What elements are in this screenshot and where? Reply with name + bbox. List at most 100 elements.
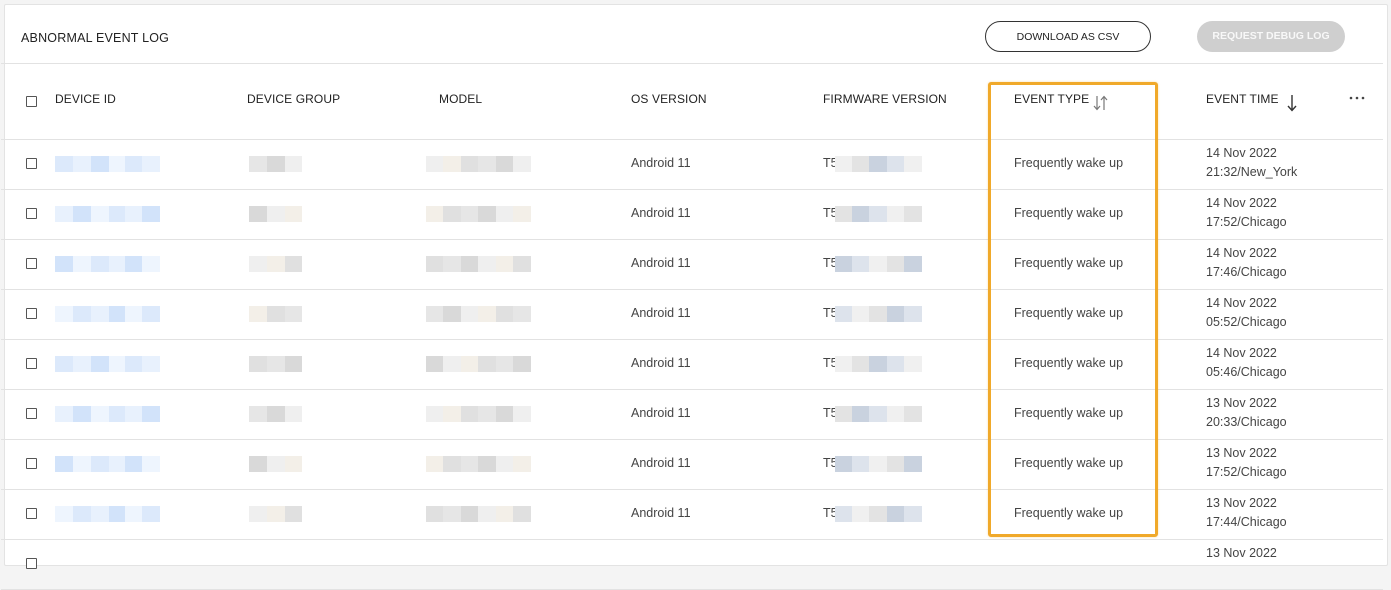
request-debug-log-button[interactable]: REQUEST DEBUG LOG	[1197, 21, 1345, 52]
event-date: 14 Nov 2022	[1206, 346, 1277, 360]
redacted-segment	[249, 456, 267, 472]
redacted-segment	[267, 156, 285, 172]
redacted-segment	[869, 356, 887, 372]
firmware-redacted	[835, 506, 922, 522]
redacted-segment	[869, 506, 887, 522]
event-time-cell: 13 Nov 2022 20:33/Chicago	[1206, 394, 1287, 432]
os-version-cell: Android 11	[631, 356, 691, 370]
row-divider	[1, 289, 1383, 290]
model-redacted	[426, 506, 531, 522]
redacted-segment	[285, 206, 302, 222]
redacted-segment	[91, 356, 109, 372]
redacted-segment	[478, 256, 496, 272]
event-type-cell: Frequently wake up	[1014, 456, 1124, 470]
model-redacted	[426, 156, 531, 172]
row-checkbox[interactable]	[26, 208, 37, 219]
firmware-redacted	[835, 356, 922, 372]
row-divider	[1, 339, 1383, 340]
redacted-segment	[125, 206, 142, 222]
firmware-redacted	[835, 406, 922, 422]
redacted-segment	[869, 156, 887, 172]
model-redacted	[426, 256, 531, 272]
redacted-segment	[513, 506, 531, 522]
row-checkbox[interactable]	[26, 358, 37, 369]
redacted-segment	[125, 506, 142, 522]
redacted-segment	[443, 256, 461, 272]
redacted-segment	[91, 206, 109, 222]
header-divider	[1, 139, 1383, 140]
os-version-cell: Android 11	[631, 456, 691, 470]
firmware-redacted	[835, 256, 922, 272]
redacted-segment	[869, 456, 887, 472]
redacted-segment	[513, 206, 531, 222]
device-id-redacted	[55, 156, 160, 172]
redacted-segment	[267, 256, 285, 272]
redacted-segment	[496, 406, 513, 422]
redacted-segment	[478, 406, 496, 422]
event-type-cell: Frequently wake up	[1014, 306, 1124, 320]
redacted-segment	[142, 506, 160, 522]
redacted-segment	[55, 206, 73, 222]
row-checkbox[interactable]	[26, 308, 37, 319]
event-date: 13 Nov 2022	[1206, 396, 1277, 410]
redacted-segment	[852, 356, 869, 372]
device-id-redacted	[55, 406, 160, 422]
download-csv-button[interactable]: DOWNLOAD AS CSV	[985, 21, 1151, 52]
column-header-os-version[interactable]: OS VERSION	[631, 92, 707, 106]
row-checkbox[interactable]	[26, 258, 37, 269]
column-header-device-group[interactable]: DEVICE GROUP	[247, 92, 340, 106]
redacted-segment	[125, 156, 142, 172]
event-time-cell: 13 Nov 2022 17:44/Chicago	[1206, 494, 1287, 532]
sort-both-icon[interactable]	[1091, 94, 1111, 112]
redacted-segment	[142, 256, 160, 272]
redacted-segment	[109, 206, 125, 222]
column-header-event-type[interactable]: EVENT TYPE	[1014, 92, 1089, 106]
event-log-panel	[4, 4, 1388, 566]
redacted-segment	[125, 456, 142, 472]
row-checkbox[interactable]	[26, 158, 37, 169]
event-date: 13 Nov 2022	[1206, 546, 1277, 560]
redacted-segment	[461, 206, 478, 222]
redacted-segment	[496, 456, 513, 472]
redacted-segment	[109, 256, 125, 272]
redacted-segment	[249, 156, 267, 172]
redacted-segment	[91, 456, 109, 472]
row-checkbox[interactable]	[26, 558, 37, 569]
redacted-segment	[835, 206, 852, 222]
event-time: 05:52/Chicago	[1206, 315, 1287, 329]
redacted-segment	[869, 406, 887, 422]
redacted-segment	[73, 356, 91, 372]
redacted-segment	[73, 506, 91, 522]
device-group-redacted	[249, 456, 302, 472]
row-checkbox[interactable]	[26, 458, 37, 469]
redacted-segment	[852, 506, 869, 522]
event-time: 05:46/Chicago	[1206, 365, 1287, 379]
more-horizontal-icon[interactable]	[1348, 95, 1366, 101]
redacted-segment	[142, 356, 160, 372]
column-header-firmware-version[interactable]: FIRMWARE VERSION	[823, 92, 947, 106]
redacted-segment	[426, 456, 443, 472]
redacted-segment	[267, 406, 285, 422]
device-id-redacted	[55, 256, 160, 272]
redacted-segment	[109, 156, 125, 172]
redacted-segment	[443, 406, 461, 422]
event-date: 14 Nov 2022	[1206, 246, 1277, 260]
os-version-cell: Android 11	[631, 306, 691, 320]
redacted-segment	[249, 306, 267, 322]
event-time-cell: 14 Nov 2022 17:46/Chicago	[1206, 244, 1287, 282]
redacted-segment	[142, 406, 160, 422]
column-header-device-id[interactable]: DEVICE ID	[55, 92, 116, 106]
redacted-segment	[426, 256, 443, 272]
column-header-model[interactable]: MODEL	[439, 92, 482, 106]
redacted-segment	[73, 406, 91, 422]
redacted-segment	[55, 156, 73, 172]
os-version-cell: Android 11	[631, 156, 691, 170]
row-checkbox[interactable]	[26, 408, 37, 419]
redacted-segment	[852, 306, 869, 322]
row-checkbox[interactable]	[26, 508, 37, 519]
sort-descending-icon[interactable]	[1285, 93, 1299, 113]
select-all-checkbox[interactable]	[26, 96, 37, 107]
redacted-segment	[461, 356, 478, 372]
column-header-event-time[interactable]: EVENT TIME	[1206, 92, 1279, 106]
redacted-segment	[904, 456, 922, 472]
